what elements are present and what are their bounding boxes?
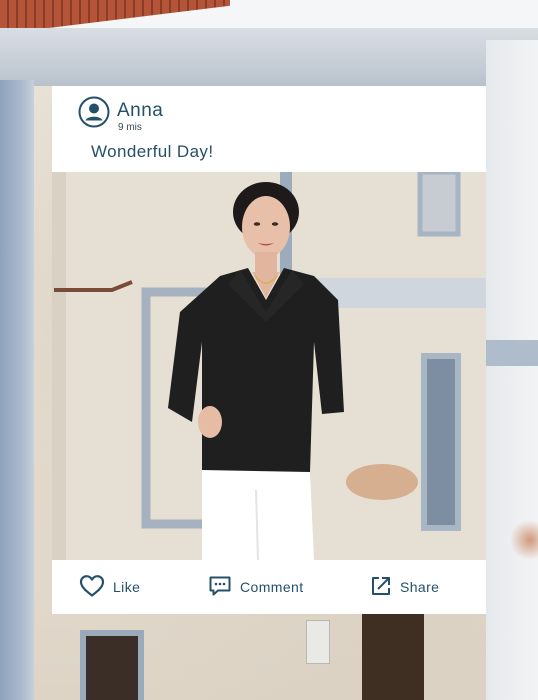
share-label: Share xyxy=(400,579,440,595)
post-actions-bar: Like Comment Share xyxy=(52,560,486,614)
right-pilaster xyxy=(486,40,538,700)
post-photo[interactable] xyxy=(52,172,486,560)
like-label: Like xyxy=(113,579,141,595)
building-door xyxy=(362,614,424,700)
share-arrow-icon xyxy=(370,575,392,600)
left-pilaster xyxy=(0,80,34,700)
like-button[interactable]: Like xyxy=(79,574,140,600)
post-timestamp: 9 mis xyxy=(118,122,142,133)
post-caption: Wonderful Day! xyxy=(91,142,214,161)
user-avatar-icon[interactable] xyxy=(78,96,110,128)
comment-bubble-icon xyxy=(208,575,232,600)
electric-box xyxy=(306,620,330,664)
building-door xyxy=(80,630,144,700)
share-button[interactable]: Share xyxy=(370,574,439,600)
post-header: Anna 9 mis Wonderful Day! xyxy=(52,86,486,172)
building-cornice xyxy=(0,28,538,86)
comment-label: Comment xyxy=(240,579,304,595)
wall-band xyxy=(486,340,538,366)
comment-button[interactable]: Comment xyxy=(208,574,303,600)
heart-icon xyxy=(79,574,105,601)
model-image xyxy=(52,172,486,560)
wall-stain xyxy=(510,520,538,560)
author-name[interactable]: Anna xyxy=(117,100,163,122)
